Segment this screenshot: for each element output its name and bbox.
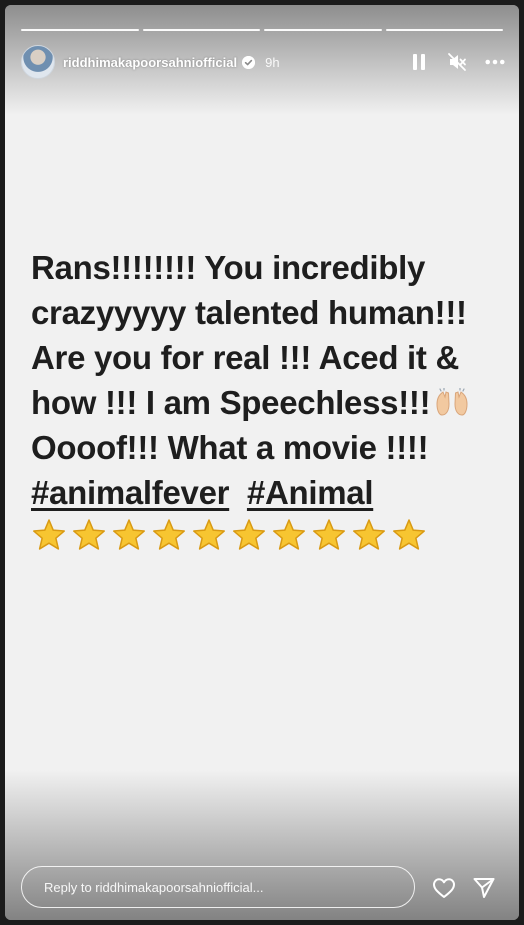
reply-field[interactable] — [21, 866, 415, 908]
star-emoji — [111, 517, 147, 553]
star-emoji — [151, 517, 187, 553]
star-emoji — [351, 517, 387, 553]
heart-icon[interactable] — [431, 875, 457, 901]
progress-segment — [385, 29, 503, 31]
post-time: 9h — [265, 54, 280, 70]
progress-segment — [142, 29, 260, 31]
story-progress-bar — [21, 29, 503, 31]
story-viewer[interactable]: riddhimakapoorsahniofficial 9h Rans!!!!!… — [5, 5, 519, 920]
progress-segment — [264, 29, 382, 31]
story-text-line: crazyyyyy talented human!!! — [31, 294, 467, 331]
star-emoji — [31, 517, 67, 553]
star-emoji-row — [31, 517, 511, 553]
story-text-line: Are you for real !!! Aced it & — [31, 339, 460, 376]
star-emoji — [271, 517, 307, 553]
story-controls — [409, 52, 505, 72]
story-text-line: Rans!!!!!!!! You incredibly — [31, 249, 426, 286]
story-header: riddhimakapoorsahniofficial 9h — [21, 44, 505, 80]
star-emoji — [311, 517, 347, 553]
star-emoji — [191, 517, 227, 553]
avatar[interactable] — [21, 45, 55, 79]
verified-badge-icon — [242, 55, 256, 69]
pause-icon[interactable] — [409, 52, 429, 72]
raising-hands-emoji — [434, 384, 470, 416]
more-options-icon[interactable] — [485, 52, 505, 72]
username-link[interactable]: riddhimakapoorsahniofficial — [63, 55, 237, 70]
story-text-line: how !!! I am Speechless!!! — [31, 384, 431, 421]
send-icon[interactable] — [471, 875, 497, 901]
story-text: Rans!!!!!!!! You incredibly crazyyyyy ta… — [31, 245, 511, 553]
hashtag-line: #animalfever #Animal — [31, 470, 511, 515]
reply-input[interactable] — [42, 878, 414, 896]
progress-segment — [21, 29, 139, 31]
story-text-line-with-emoji: how !!! I am Speechless!!! — [31, 380, 511, 425]
star-emoji — [71, 517, 107, 553]
star-emoji — [231, 517, 267, 553]
mute-icon[interactable] — [447, 52, 467, 72]
hashtag-link[interactable]: #animalfever — [31, 474, 229, 511]
star-emoji — [391, 517, 427, 553]
hashtag-link[interactable]: #Animal — [247, 474, 374, 511]
story-text-line: Oooof!!! What a movie !!!! — [31, 429, 429, 466]
